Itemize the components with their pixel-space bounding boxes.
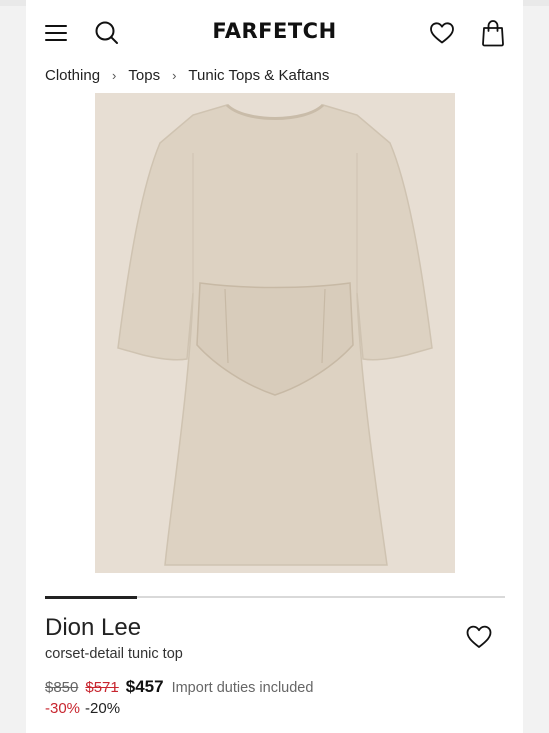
price-row: $850 $571 $457 Import duties included (45, 677, 313, 697)
breadcrumb-separator: › (172, 68, 177, 83)
breadcrumb-separator: › (112, 68, 117, 83)
price-original: $850 (45, 679, 79, 696)
heart-icon[interactable] (427, 18, 457, 48)
bag-icon[interactable] (478, 18, 508, 48)
page-frame: FARFETCH Clothing › Tops › Tunic Tops & … (26, 0, 523, 733)
breadcrumb: Clothing › Tops › Tunic Tops & Kaftans (45, 67, 329, 84)
breadcrumb-clothing[interactable]: Clothing (45, 67, 100, 84)
top-header: FARFETCH (26, 6, 523, 58)
breadcrumb-tops[interactable]: Tops (128, 67, 160, 84)
wishlist-heart-icon[interactable] (465, 624, 495, 654)
product-description: corset-detail tunic top (45, 646, 183, 662)
gallery-progress-bar (45, 595, 505, 599)
discount-row: -30% -20% (45, 700, 120, 717)
discount-second: -20% (85, 700, 121, 717)
price-previous: $571 (85, 679, 119, 696)
gallery-progress-fill (45, 595, 137, 599)
discount-first: -30% (45, 700, 81, 717)
product-brand[interactable]: Dion Lee (45, 614, 141, 642)
product-image[interactable] (95, 93, 455, 573)
price-final: $457 (125, 677, 164, 696)
breadcrumb-tunic-tops-kaftans[interactable]: Tunic Tops & Kaftans (188, 67, 329, 84)
duties-note: Import duties included (171, 680, 314, 696)
tunic-illustration (95, 93, 455, 573)
